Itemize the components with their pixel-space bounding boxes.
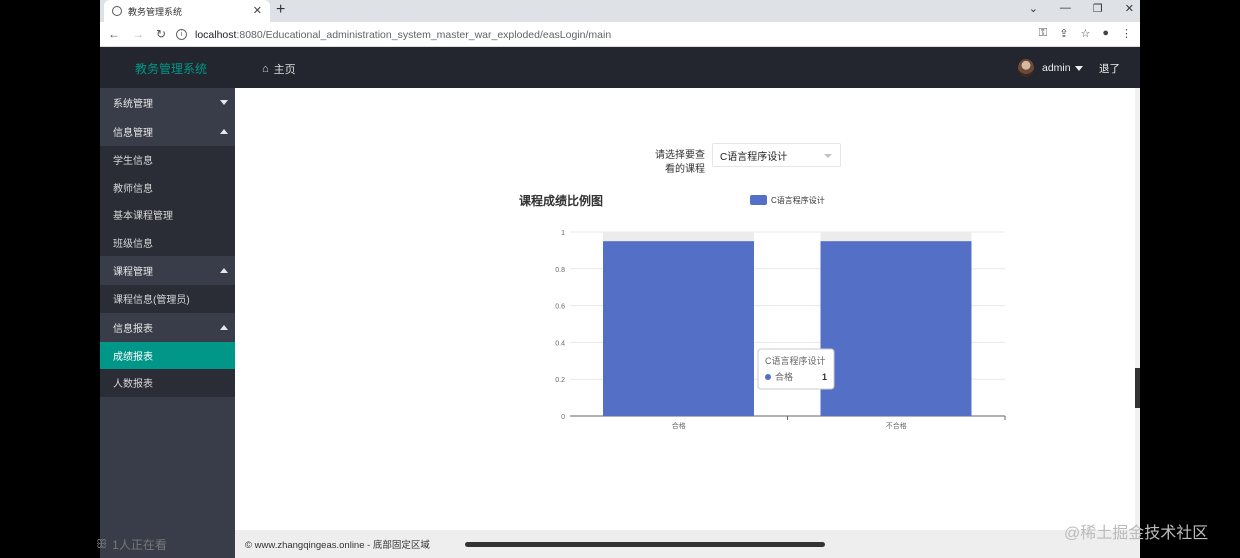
bar xyxy=(820,241,972,416)
sidebar-item-grade-report[interactable]: 成绩报表 xyxy=(100,341,235,369)
browser-window: 教务管理系统 ✕ + ⌄ — ❐ ✕ ← → ↻ i localhost :80… xyxy=(100,0,1140,558)
bookmark-star-icon[interactable]: ☆ xyxy=(1080,27,1090,40)
sidebar-group-course[interactable]: 课程管理 xyxy=(100,256,235,285)
url-path: :8080/Educational_administration_system_… xyxy=(236,28,612,41)
sidebar: 系统管理 信息管理 学生信息 教师信息 基本课程管理 班级信息 课程管理 课程信… xyxy=(100,88,235,558)
brand-logo[interactable]: 教务管理系统 xyxy=(135,60,207,77)
sidebar-item-headcount-report[interactable]: 人数报表 xyxy=(100,369,235,397)
footer: © www.zhangqingeas.online - 底部固定区域 xyxy=(235,530,1140,558)
home-link[interactable]: ⌂ 主页 xyxy=(262,61,296,77)
horizontal-scrollbar[interactable] xyxy=(465,542,825,547)
back-icon[interactable]: ← xyxy=(108,27,120,41)
scrollbar-thumb[interactable] xyxy=(1135,368,1140,408)
vertical-scrollbar[interactable] xyxy=(1135,88,1140,530)
forward-icon[interactable]: → xyxy=(132,27,144,41)
address-icons: ⚿ ⇪ ☆ ● ⋮ xyxy=(1039,27,1132,40)
tooltip-label: 合格 xyxy=(775,371,793,382)
close-window-icon[interactable]: ✕ xyxy=(1125,2,1134,15)
selector-label-line2: 看的课程 xyxy=(665,164,705,175)
nav-buttons: ← → ↻ xyxy=(108,27,166,41)
address-bar: ← → ↻ i localhost :8080/Educational_admi… xyxy=(100,22,1140,47)
more-menu-icon[interactable]: ⋮ xyxy=(1121,27,1132,40)
restore-icon[interactable]: ❐ xyxy=(1093,2,1103,15)
footer-text: © www.zhangqingeas.online - 底部固定区域 xyxy=(245,540,430,551)
sidebar-group-info[interactable]: 信息管理 xyxy=(100,117,235,146)
sidebar-group-reports[interactable]: 信息报表 xyxy=(100,312,235,342)
viewer-count: ꕥ 1人正在看 xyxy=(96,536,167,553)
key-icon[interactable]: ⚿ xyxy=(1039,27,1047,40)
y-tick-label: 0.2 xyxy=(555,377,565,384)
y-tick-label: 0.8 xyxy=(555,267,565,274)
reload-icon[interactable]: ↻ xyxy=(156,27,166,41)
sidebar-item-classes[interactable]: 班级信息 xyxy=(100,229,235,257)
y-tick-label: 0 xyxy=(561,414,565,421)
new-tab-button[interactable]: + xyxy=(276,1,285,19)
selector-label-line1: 请选择要查 xyxy=(655,150,705,161)
submenu-course: 课程信息(管理员) xyxy=(100,285,235,313)
profile-icon[interactable]: ● xyxy=(1102,27,1109,40)
tab-close-icon[interactable]: ✕ xyxy=(253,4,262,17)
selected-course: C语言程序设计 xyxy=(720,151,788,163)
url-field[interactable]: i localhost :8080/Educational_administra… xyxy=(176,26,1016,43)
home-label: 主页 xyxy=(273,64,296,76)
tooltip-box xyxy=(757,348,835,390)
submenu-info: 学生信息 教师信息 基本课程管理 班级信息 xyxy=(100,146,235,256)
y-tick-label: 0.4 xyxy=(555,340,565,347)
user-name: admin xyxy=(1042,62,1071,74)
sidebar-group-label: 系统管理 xyxy=(113,99,153,110)
viewer-count-text: 1人正在看 xyxy=(112,538,167,552)
tab-bar: 教务管理系统 ✕ + ⌄ — ❐ ✕ xyxy=(100,0,1140,22)
chevron-down-icon xyxy=(220,100,228,105)
legend-label: C语言程序设计 xyxy=(771,195,825,205)
watermark: @稀土掘金技术社区 xyxy=(1064,525,1209,542)
url-host: localhost xyxy=(195,28,237,41)
chevron-up-icon xyxy=(220,268,228,273)
chart-title: 课程成绩比例图 xyxy=(519,193,603,208)
x-tick-label: 合格 xyxy=(672,421,686,430)
site-info-icon[interactable]: i xyxy=(176,29,187,40)
course-selector-label: 请选择要查 看的课程 xyxy=(635,149,705,177)
favicon-icon xyxy=(112,6,122,16)
tab-title: 教务管理系统 xyxy=(128,6,183,17)
browser-tab[interactable]: 教务管理系统 ✕ xyxy=(104,0,270,22)
main-content: 请选择要查 看的课程 C语言程序设计 课程成绩比例图 C语言程序设计 0 0.2 0.4… xyxy=(235,88,1140,530)
sidebar-group-label: 信息报表 xyxy=(113,323,153,335)
app-header: 教务管理系统 ⌂ 主页 admin 退了 xyxy=(100,47,1140,88)
chevron-down-icon xyxy=(824,154,832,158)
sidebar-group-label: 课程管理 xyxy=(113,267,153,278)
share-icon[interactable]: ⇪ xyxy=(1059,27,1068,40)
sidebar-group-system[interactable]: 系统管理 xyxy=(100,88,235,117)
grade-ratio-chart: 课程成绩比例图 C语言程序设计00.20.40.60.81合格 不合格C语言程序设计… xyxy=(519,193,1006,430)
viewers-icon: ꕥ xyxy=(96,537,108,551)
submenu-reports: 成绩报表 人数报表 xyxy=(100,341,235,397)
tooltip-title: C语言程序设计 xyxy=(765,355,826,366)
x-tick-label: 不合格 xyxy=(886,421,907,430)
y-tick-label: 0.6 xyxy=(555,304,565,311)
sidebar-item-students[interactable]: 学生信息 xyxy=(100,146,235,174)
user-menu[interactable]: admin xyxy=(1018,59,1083,77)
bar xyxy=(603,241,754,416)
chevron-up-icon xyxy=(220,324,228,330)
logout-link[interactable]: 退了 xyxy=(1099,61,1120,76)
sidebar-item-teachers[interactable]: 教师信息 xyxy=(100,174,235,202)
home-icon: ⌂ xyxy=(262,63,269,75)
legend-swatch xyxy=(750,195,767,205)
tab-search-icon[interactable]: ⌄ xyxy=(1029,2,1038,15)
sidebar-item-courses-basic[interactable]: 基本课程管理 xyxy=(100,201,235,229)
minimize-icon[interactable]: — xyxy=(1060,2,1071,15)
avatar xyxy=(1018,59,1034,77)
course-select[interactable]: C语言程序设计 xyxy=(712,143,841,167)
chevron-up-icon xyxy=(220,129,228,134)
tooltip-marker xyxy=(765,374,771,380)
chevron-down-icon xyxy=(1074,65,1083,71)
window-controls: ⌄ — ❐ ✕ xyxy=(1029,2,1134,15)
sidebar-item-course-info-admin[interactable]: 课程信息(管理员) xyxy=(100,285,235,313)
tooltip-value: 1 xyxy=(822,372,827,382)
y-tick-label: 1 xyxy=(561,230,565,237)
sidebar-group-label: 信息管理 xyxy=(113,128,153,139)
